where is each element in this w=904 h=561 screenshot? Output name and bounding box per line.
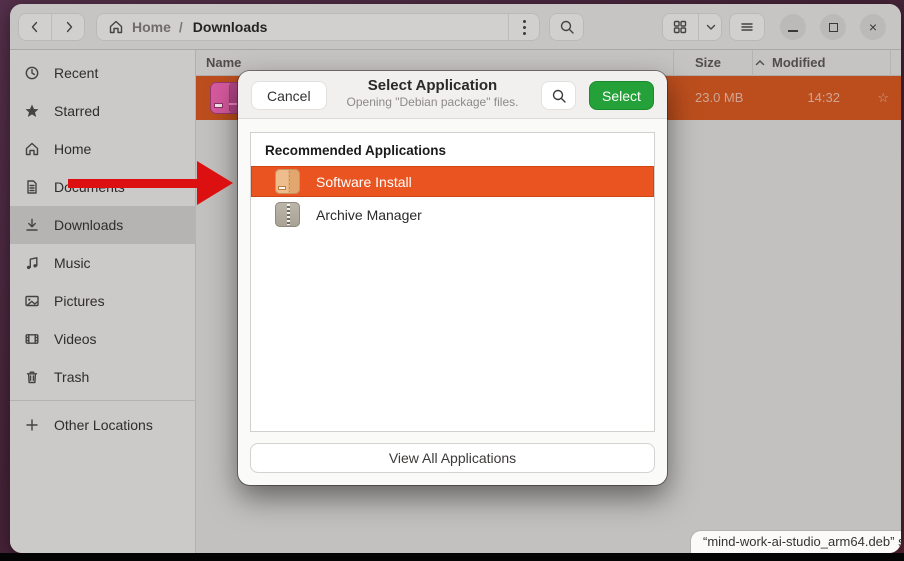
minimize-button[interactable] bbox=[780, 14, 806, 40]
app-name: Archive Manager bbox=[316, 207, 422, 223]
sidebar-item-label: Downloads bbox=[54, 217, 123, 233]
breadcrumb: Home / Downloads bbox=[96, 13, 540, 41]
sidebar-item-music[interactable]: Music bbox=[10, 244, 196, 282]
sidebar-separator bbox=[10, 400, 196, 401]
maximize-button[interactable] bbox=[820, 14, 846, 40]
sidebar-item-other-locations[interactable]: Other Locations bbox=[10, 406, 196, 444]
app-row-software-install[interactable]: Software Install bbox=[251, 166, 654, 197]
grid-view-button[interactable] bbox=[662, 13, 698, 41]
chevron-right-icon bbox=[61, 19, 77, 35]
chevron-left-icon bbox=[27, 19, 43, 35]
status-text: “mind-work-ai-studio_arm64.deb” selected… bbox=[703, 534, 901, 549]
view-all-applications-button[interactable]: View All Applications bbox=[250, 443, 655, 473]
file-modified: 14:32 bbox=[807, 76, 840, 120]
archive-icon bbox=[275, 202, 300, 227]
document-icon bbox=[24, 179, 40, 195]
sidebar-item-videos[interactable]: Videos bbox=[10, 320, 196, 358]
home-icon bbox=[108, 19, 124, 35]
close-button[interactable]: × bbox=[860, 14, 886, 40]
select-application-dialog: Cancel Select Application Opening "Debia… bbox=[238, 71, 667, 485]
column-header-size[interactable]: Size bbox=[695, 50, 721, 76]
search-icon bbox=[559, 19, 575, 35]
select-button[interactable]: Select bbox=[589, 81, 654, 110]
taskbar-strip bbox=[0, 553, 904, 561]
video-icon bbox=[24, 331, 40, 347]
column-divider bbox=[673, 50, 674, 76]
cancel-button[interactable]: Cancel bbox=[251, 81, 327, 110]
dialog-subtitle: Opening "Debian package" files. bbox=[328, 95, 537, 109]
dialog-header: Cancel Select Application Opening "Debia… bbox=[238, 71, 667, 119]
nav-button-group bbox=[18, 13, 85, 41]
dialog-search-button[interactable] bbox=[541, 81, 576, 110]
breadcrumb-separator: / bbox=[179, 19, 183, 35]
app-row-archive-manager[interactable]: Archive Manager bbox=[251, 199, 654, 230]
app-name: Software Install bbox=[316, 174, 412, 190]
sidebar-item-label: Home bbox=[54, 141, 91, 157]
sidebar-item-label: Trash bbox=[54, 369, 89, 385]
column-header-name[interactable]: Name bbox=[206, 50, 241, 76]
clock-icon bbox=[24, 65, 40, 81]
dialog-title: Select Application bbox=[328, 77, 537, 94]
sidebar-item-label: Pictures bbox=[54, 293, 105, 309]
sidebar-item-label: Starred bbox=[54, 103, 100, 119]
sidebar-item-pictures[interactable]: Pictures bbox=[10, 282, 196, 320]
breadcrumb-home[interactable]: Home bbox=[132, 19, 171, 35]
home-icon bbox=[24, 141, 40, 157]
sidebar-item-downloads[interactable]: Downloads bbox=[10, 206, 196, 244]
close-icon: × bbox=[869, 19, 877, 35]
column-divider bbox=[890, 50, 891, 76]
sidebar: Recent Starred Home Documents Downloads … bbox=[10, 50, 196, 553]
red-arrow-shaft bbox=[68, 179, 199, 188]
file-size: 23.0 MB bbox=[695, 76, 743, 120]
breadcrumb-current[interactable]: Downloads bbox=[193, 19, 268, 35]
download-icon bbox=[24, 217, 40, 233]
sidebar-item-label: Videos bbox=[54, 331, 97, 347]
dialog-title-block: Select Application Opening "Debian packa… bbox=[328, 77, 537, 109]
column-header-modified[interactable]: Modified bbox=[772, 50, 825, 76]
music-icon bbox=[24, 255, 40, 271]
column-divider bbox=[752, 50, 753, 76]
section-header: Recommended Applications bbox=[265, 143, 446, 158]
main-menu-button[interactable] bbox=[729, 13, 765, 41]
sidebar-item-trash[interactable]: Trash bbox=[10, 358, 196, 396]
kebab-menu-icon bbox=[523, 20, 526, 35]
application-list-panel: Recommended Applications Software Instal… bbox=[250, 132, 655, 432]
sidebar-item-starred[interactable]: Starred bbox=[10, 92, 196, 130]
picture-icon bbox=[24, 293, 40, 309]
sort-ascending-icon bbox=[754, 57, 766, 69]
location-menu-button[interactable] bbox=[509, 13, 540, 41]
sidebar-item-home[interactable]: Home bbox=[10, 130, 196, 168]
search-icon bbox=[551, 88, 567, 104]
chevron-down-icon bbox=[703, 19, 719, 35]
hamburger-menu-icon bbox=[739, 19, 755, 35]
sidebar-item-label: Other Locations bbox=[54, 417, 153, 433]
maximize-icon bbox=[829, 23, 838, 32]
search-button[interactable] bbox=[549, 13, 584, 41]
status-bar: “mind-work-ai-studio_arm64.deb” selected… bbox=[691, 531, 901, 553]
back-button[interactable] bbox=[18, 13, 51, 41]
sidebar-item-recent[interactable]: Recent bbox=[10, 54, 196, 92]
view-toggle-group bbox=[662, 13, 722, 41]
minimize-icon bbox=[788, 30, 798, 32]
sidebar-item-label: Recent bbox=[54, 65, 98, 81]
trash-icon bbox=[24, 369, 40, 385]
sidebar-item-label: Music bbox=[54, 255, 91, 271]
forward-button[interactable] bbox=[52, 13, 85, 41]
plus-icon bbox=[24, 417, 40, 433]
deb-installer-icon bbox=[275, 169, 300, 194]
header-bar: Home / Downloads bbox=[10, 4, 901, 50]
grid-view-icon bbox=[672, 19, 688, 35]
star-icon bbox=[24, 103, 40, 119]
view-options-button[interactable] bbox=[699, 13, 722, 41]
red-arrow-icon bbox=[197, 161, 233, 205]
star-toggle-icon[interactable]: ☆ bbox=[877, 76, 889, 120]
